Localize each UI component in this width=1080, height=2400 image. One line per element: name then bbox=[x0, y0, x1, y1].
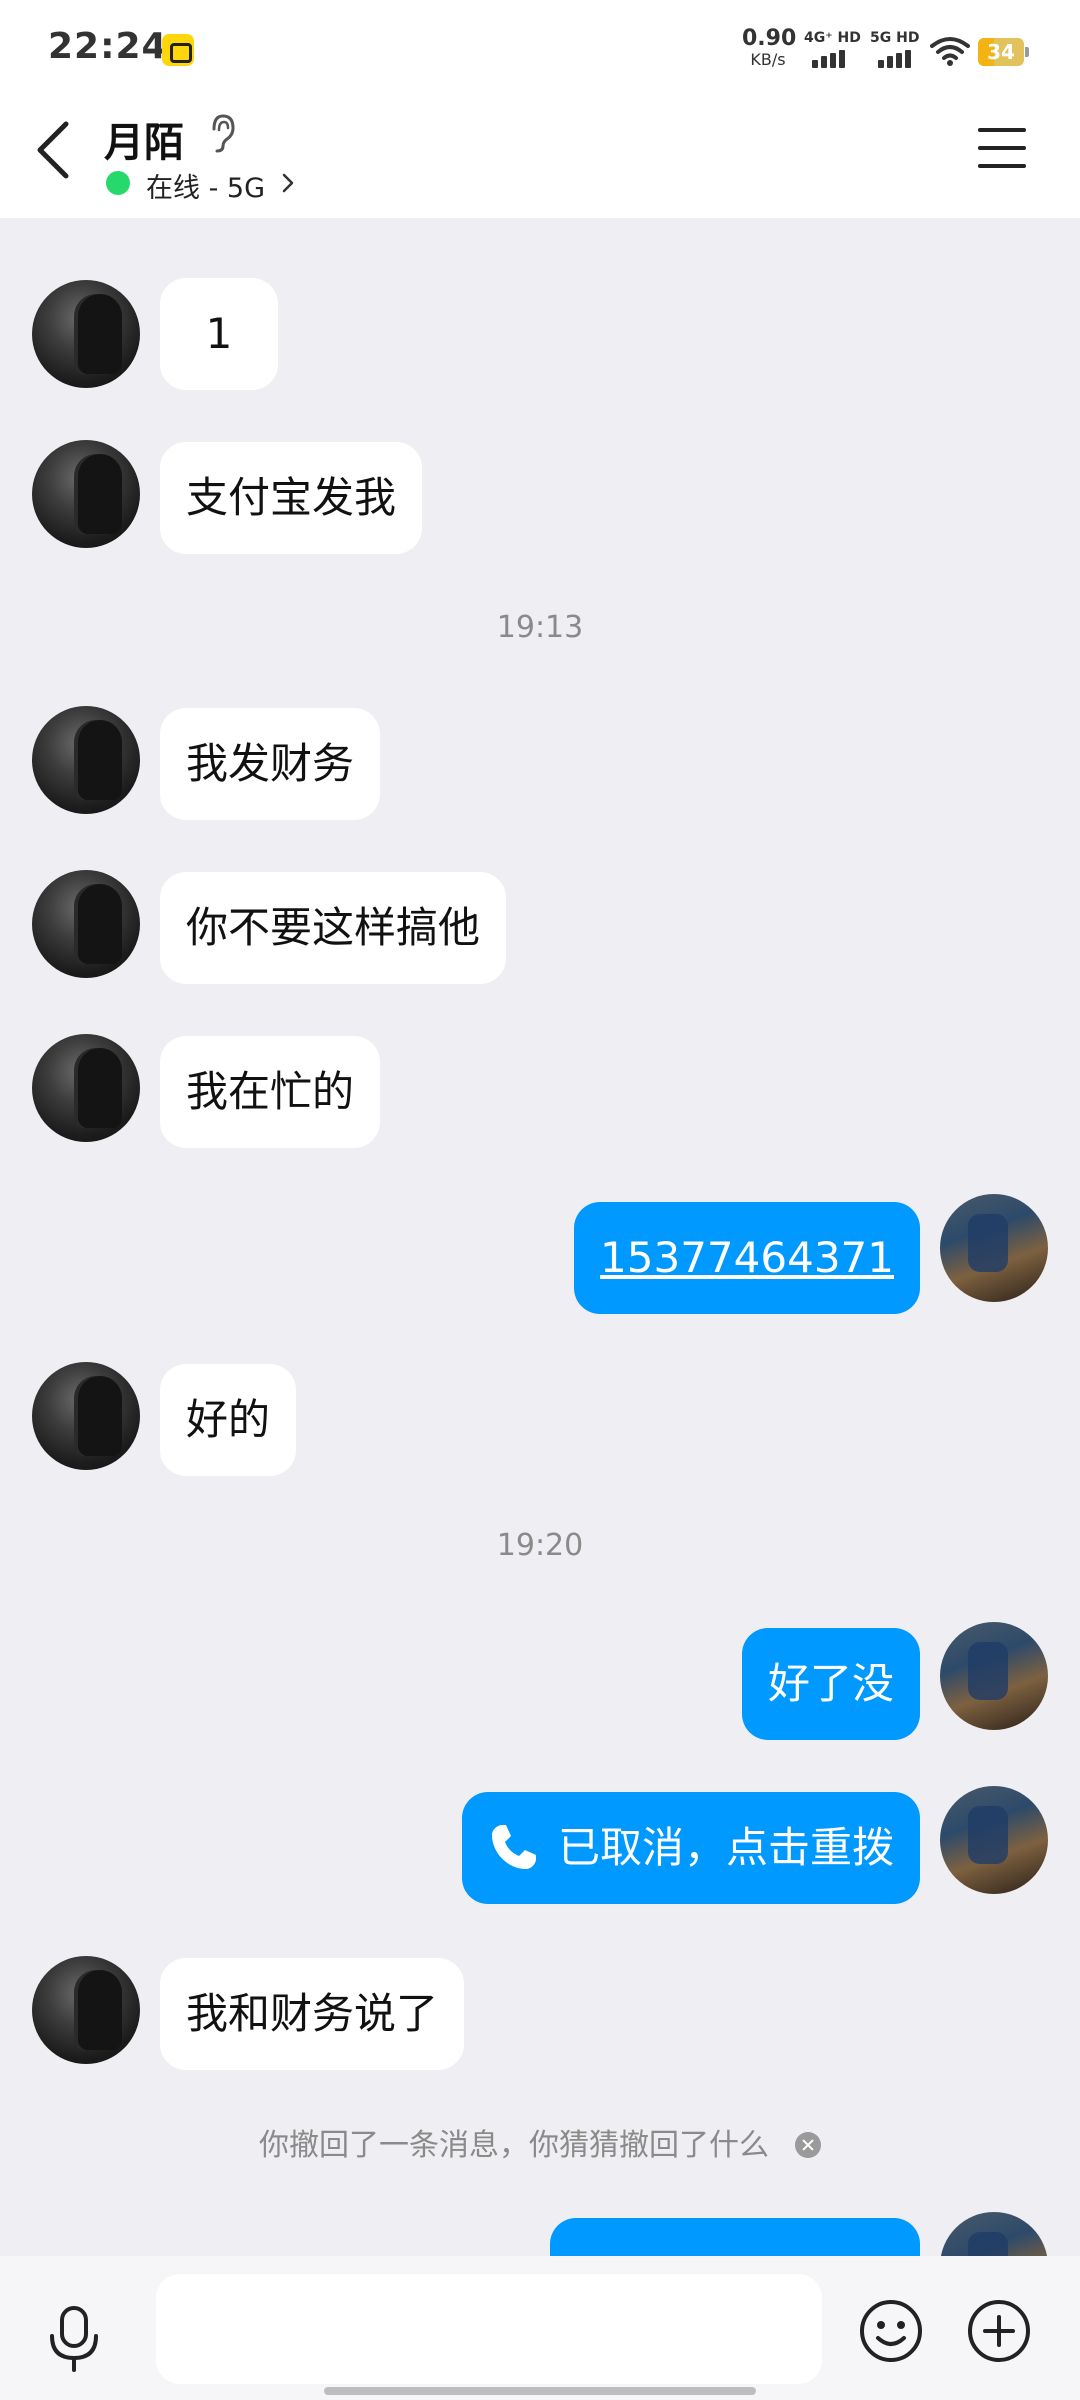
message-input[interactable] bbox=[156, 2274, 822, 2384]
microphone-icon[interactable] bbox=[44, 2304, 104, 2374]
contact-avatar[interactable] bbox=[32, 1956, 140, 2064]
incoming-message[interactable]: 1 bbox=[160, 278, 278, 390]
incoming-message[interactable]: 好的 bbox=[160, 1364, 297, 1476]
emoji-icon[interactable] bbox=[858, 2298, 924, 2364]
menu-icon[interactable] bbox=[978, 128, 1030, 172]
online-status-dot bbox=[106, 171, 130, 195]
plus-icon[interactable] bbox=[966, 2298, 1032, 2364]
phone-number-link[interactable]: 15377464371 bbox=[600, 1233, 894, 1282]
input-bar bbox=[0, 2256, 1080, 2400]
close-icon[interactable] bbox=[795, 2131, 821, 2158]
wifi-icon bbox=[930, 37, 970, 66]
net-speed-unit: KB/s bbox=[750, 50, 786, 69]
battery-icon: 34 bbox=[978, 38, 1030, 66]
my-avatar[interactable] bbox=[940, 1194, 1048, 1302]
chat-screen: 22:24 0.90 KB/s 4G⁺ HD 5G HD 34 月陌 在线 - … bbox=[0, 0, 1080, 2400]
call-cancelled-text: 已取消，点击重拨 bbox=[557, 1823, 894, 1872]
contact-avatar[interactable] bbox=[32, 440, 140, 548]
contact-avatar[interactable] bbox=[32, 1034, 140, 1142]
phone-icon bbox=[491, 1824, 536, 1869]
timestamp-separator: 19:20 bbox=[496, 1528, 584, 1563]
contact-avatar[interactable] bbox=[32, 706, 140, 814]
app-notification-icon bbox=[162, 34, 194, 66]
sim1-label: 4G⁺ HD bbox=[804, 30, 861, 46]
incoming-message[interactable]: 我发财务 bbox=[160, 708, 381, 820]
incoming-message[interactable]: 我和财务说了 bbox=[160, 1958, 465, 2070]
message-list[interactable]: 1 支付宝发我 19:13 我发财务 你不要这样搞他 我在忙的 15377464… bbox=[0, 218, 1080, 2258]
contact-name[interactable]: 月陌 bbox=[104, 110, 184, 168]
recall-notice-text: 你撤回了一条消息，你猜猜撤回了什么 bbox=[259, 2128, 769, 2163]
recall-notice: 你撤回了一条消息，你猜猜撤回了什么 bbox=[0, 2120, 1080, 2164]
sim2-label: 5G HD bbox=[870, 30, 920, 46]
incoming-message[interactable]: 支付宝发我 bbox=[160, 442, 423, 554]
contact-avatar[interactable] bbox=[32, 280, 140, 388]
outgoing-message[interactable]: 好了没 bbox=[741, 1628, 920, 1740]
outgoing-message-partial[interactable] bbox=[550, 2218, 920, 2258]
battery-level: 34 bbox=[987, 40, 1015, 64]
sim1-signal-icon: 4G⁺ HD bbox=[802, 30, 864, 70]
outgoing-message[interactable]: 15377464371 bbox=[574, 1202, 920, 1314]
ear-icon[interactable] bbox=[206, 113, 236, 153]
my-avatar[interactable] bbox=[940, 2212, 1048, 2258]
my-avatar[interactable] bbox=[940, 1786, 1048, 1894]
net-speed-value: 0.90 bbox=[742, 26, 797, 51]
top-bar: 22:24 0.90 KB/s 4G⁺ HD 5G HD 34 月陌 在线 - … bbox=[0, 0, 1080, 218]
contact-avatar[interactable] bbox=[32, 1362, 140, 1470]
my-avatar[interactable] bbox=[940, 1622, 1048, 1730]
network-speed: 0.90 KB/s bbox=[742, 26, 797, 69]
incoming-message[interactable]: 你不要这样搞他 bbox=[160, 872, 507, 984]
sim2-signal-icon: 5G HD bbox=[868, 30, 930, 70]
chevron-right-icon[interactable] bbox=[280, 171, 296, 195]
contact-avatar[interactable] bbox=[32, 870, 140, 978]
online-status-text[interactable]: 在线 - 5G bbox=[146, 166, 265, 205]
call-cancelled-message[interactable]: 已取消，点击重拨 bbox=[461, 1792, 920, 1904]
status-time: 22:24 bbox=[48, 26, 168, 67]
back-arrow-icon[interactable] bbox=[30, 118, 80, 182]
timestamp-separator: 19:13 bbox=[496, 610, 584, 645]
incoming-message[interactable]: 我在忙的 bbox=[160, 1036, 381, 1148]
home-indicator[interactable] bbox=[324, 2387, 756, 2395]
